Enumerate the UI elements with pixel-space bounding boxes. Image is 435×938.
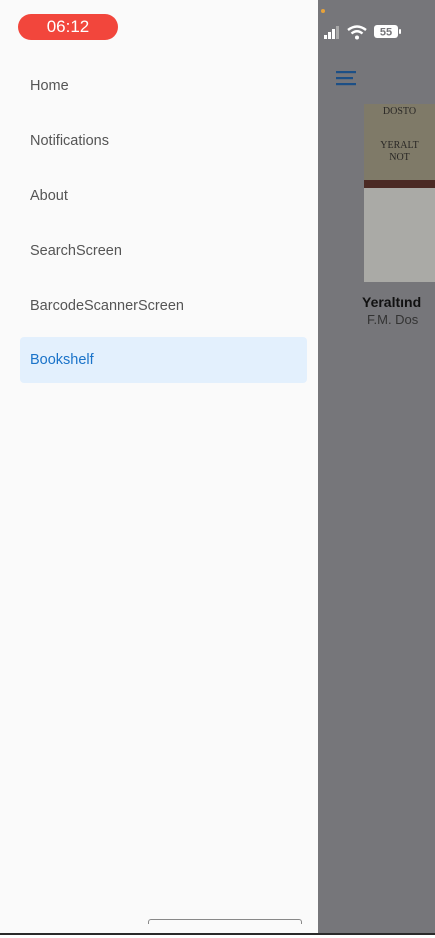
book-author: F.M. Dos [367,312,419,327]
drawer-item-about[interactable]: About [20,173,307,219]
privacy-indicator-dot [321,9,325,13]
cover-author-text: DOSTO [382,106,417,117]
drawer-item-label: Bookshelf [30,352,94,368]
drawer-item-label: SearchScreen [30,243,122,259]
signal-icon [324,26,339,39]
cover-title-text-2: NOT [389,152,410,163]
drawer-item-label: BarcodeScannerScreen [30,298,184,314]
drawer-item-label: About [30,188,68,204]
cover-title-text: YERALT [380,140,419,151]
cover-strip [364,180,435,188]
battery-icon: 55 [374,25,401,39]
status-time: 06:12 [18,14,118,40]
navigation-drawer: 06:12 Home Notifications About SearchScr… [0,0,318,934]
book-cover[interactable]: DOSTO YERALT NOT [364,104,435,282]
drawer-item-barcode-scanner-screen[interactable]: BarcodeScannerScreen [20,283,307,329]
book-title[interactable]: Yeraltınd [362,294,421,310]
drawer-item-label: Home [30,78,69,94]
drawer-item-search-screen[interactable]: SearchScreen [20,228,307,274]
drawer-item-notifications[interactable]: Notifications [20,118,307,164]
drawer-item-home[interactable]: Home [20,63,307,109]
screen-bottom-edge [0,933,435,935]
battery-level: 55 [380,27,392,39]
drawer-item-bookshelf[interactable]: Bookshelf [20,337,307,383]
status-icons: 55 [324,25,401,40]
background-page-scrim[interactable]: 55 DOSTO YERALT NOT Yeraltınd F.M. Dos [318,0,435,934]
hamburger-menu-icon[interactable] [336,70,356,86]
home-indicator [148,919,302,924]
wifi-icon [347,25,367,40]
drawer-item-label: Notifications [30,133,109,149]
